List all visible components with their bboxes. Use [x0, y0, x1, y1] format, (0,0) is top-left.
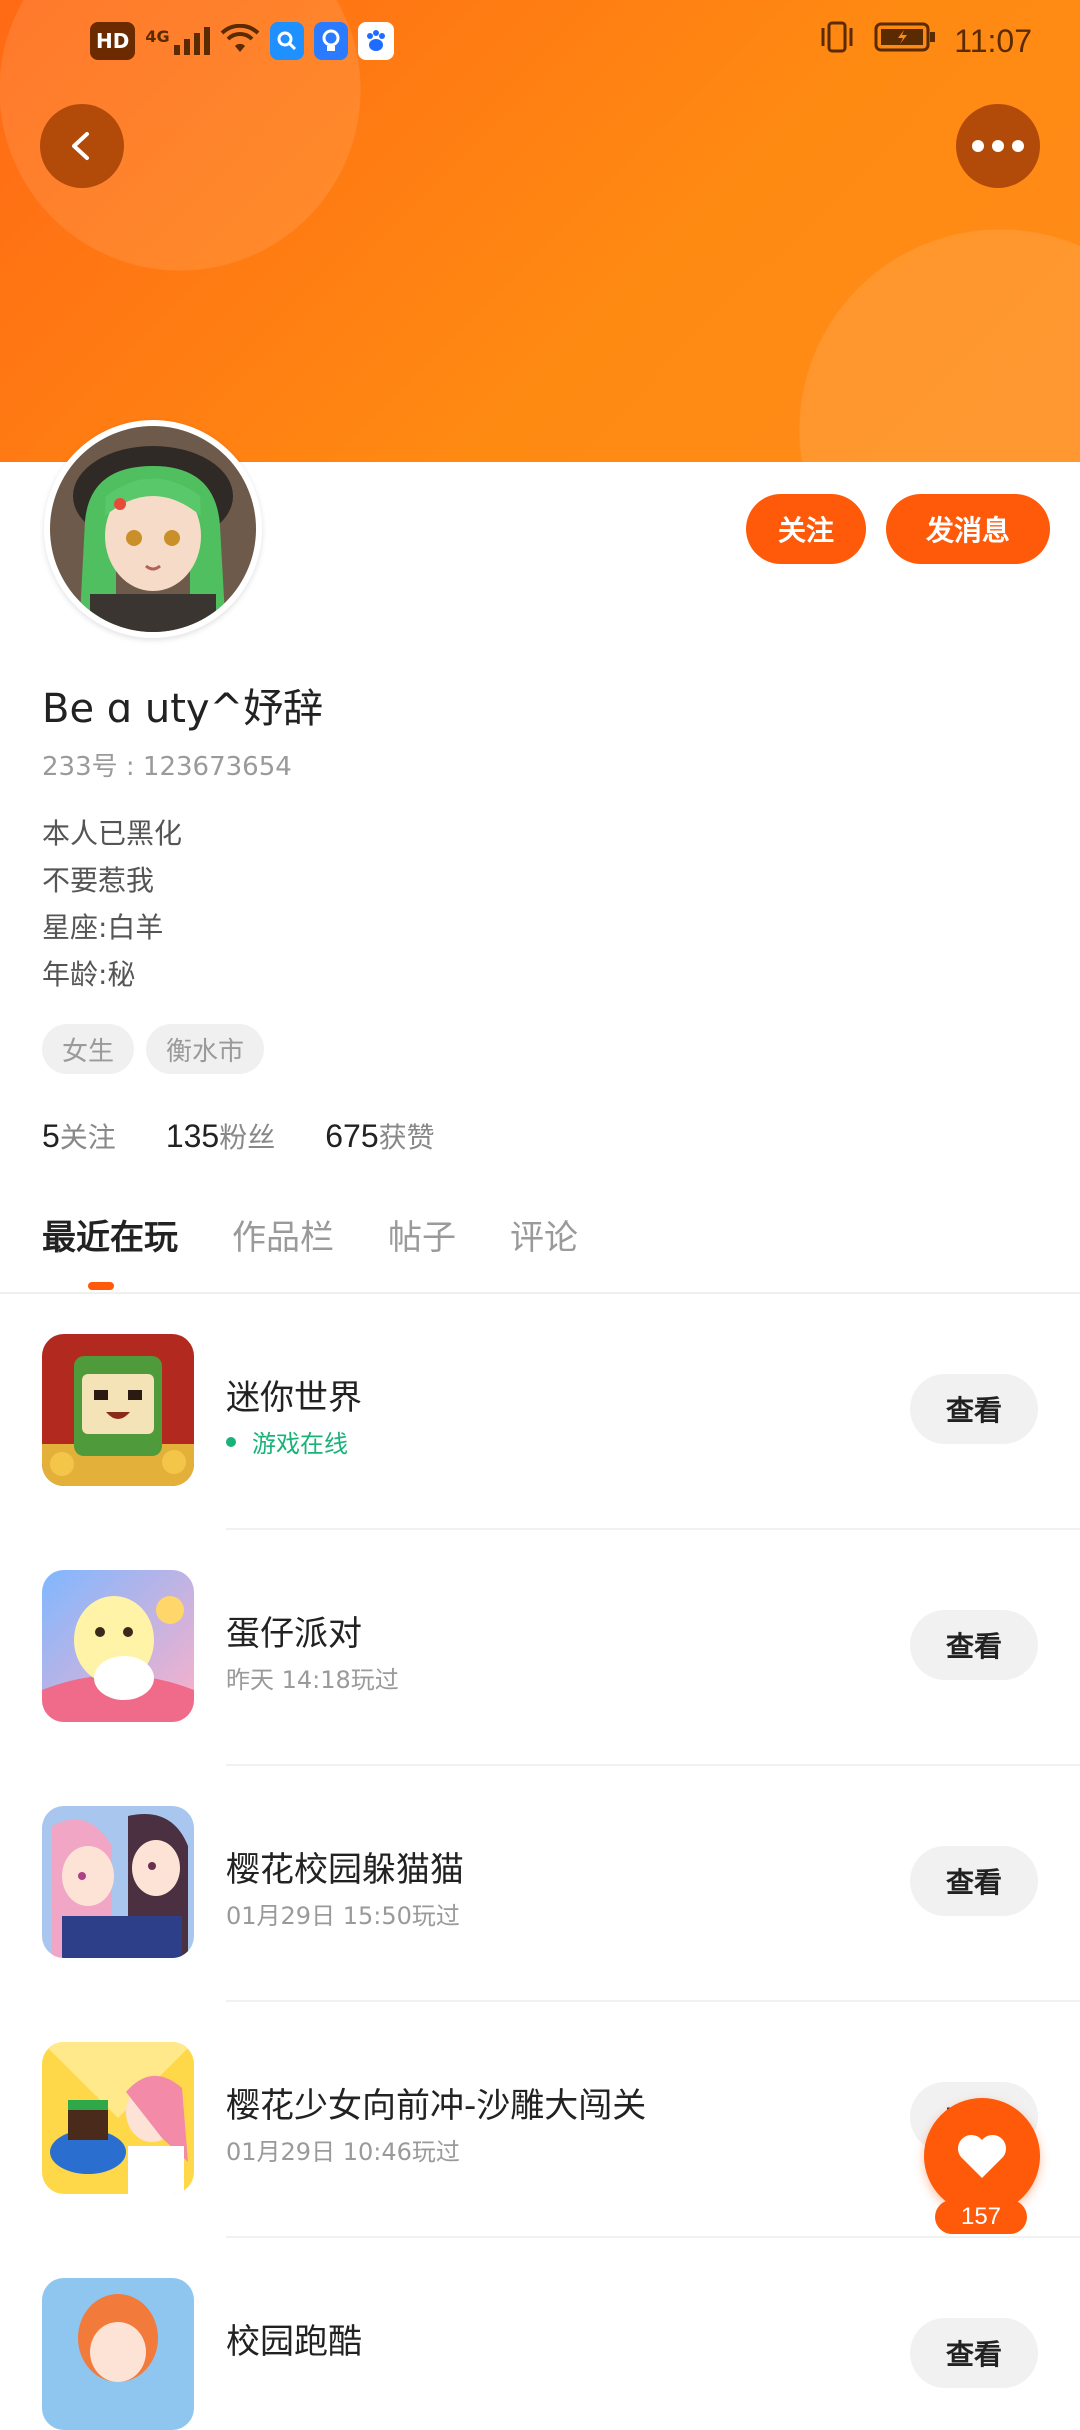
signal-icon: 4G [145, 27, 210, 55]
game-icon-eggy-party [42, 1570, 194, 1722]
send-message-button[interactable]: 发消息 [886, 494, 1050, 564]
status-right: 11:07 [818, 20, 1032, 62]
tab-comments[interactable]: 评论 [510, 1210, 578, 1259]
heart-icon [957, 2134, 1007, 2178]
active-tab-indicator [88, 1282, 114, 1290]
list-divider [226, 1528, 1080, 1530]
stat-followers-count: 135 [165, 1118, 220, 1154]
view-game-button[interactable]: 查看 [910, 2318, 1038, 2388]
hd-indicator: HD [90, 22, 136, 60]
online-dot-icon [226, 1436, 236, 1447]
list-item[interactable]: 蛋仔派对 昨天 14:18玩过 查看 [0, 1570, 1080, 1806]
more-dots-icon [972, 140, 1024, 152]
stat-likes-count: 675 [325, 1118, 379, 1154]
bio: 本人已黑化 不要惹我 星座:白羊 年龄:秘 [42, 810, 182, 998]
username: Be ɑ uty^妤辞 [42, 686, 324, 732]
tab-posts[interactable]: 帖子 [388, 1210, 456, 1259]
avatar[interactable] [44, 420, 262, 638]
game-icon-campus-parkour [42, 2278, 194, 2430]
game-last-played: 01月29日 15:50玩过 [226, 1902, 460, 1930]
view-game-button[interactable]: 查看 [910, 1610, 1038, 1680]
network-label: 4G [145, 27, 170, 46]
profile-tabs: 最近在玩 作品栏 帖子 评论 [42, 1210, 578, 1259]
profile-stats: 5 关注 135 粉丝 675 获赞 [42, 1116, 435, 1156]
lightbulb-app-icon [313, 22, 348, 60]
tab-works[interactable]: 作品栏 [232, 1210, 334, 1259]
list-item[interactable]: 樱花少女向前冲-沙雕大闯关 01月29日 10:46玩过 查看 [0, 2042, 1080, 2278]
status-bar: HD 4G 11:07 [0, 0, 1080, 86]
game-name: 迷你世界 [226, 1378, 362, 1418]
baidu-app-icon [357, 22, 394, 60]
user-id: 233号 : 123673654 [42, 752, 292, 782]
tabs-divider [0, 1292, 1080, 1294]
game-last-played: 01月29日 10:46玩过 [226, 2138, 460, 2166]
list-divider [226, 1764, 1080, 1766]
search-app-icon [269, 22, 304, 60]
vibrate-icon [818, 20, 856, 62]
game-status-text: 游戏在线 [252, 1430, 348, 1458]
game-icon-mini-world [42, 1334, 194, 1486]
avatar-image [50, 426, 256, 632]
stat-following[interactable]: 5 关注 [42, 1116, 116, 1156]
tag-city: 衡水市 [146, 1024, 265, 1074]
game-icon-sakura-school-hide-and-seek [42, 1806, 194, 1958]
stat-following-count: 5 [42, 1118, 60, 1154]
profile-tags: 女生 衡水市 [42, 1024, 265, 1074]
bio-line: 星座:白羊 [42, 911, 164, 944]
bio-line: 本人已黑化 [42, 817, 183, 850]
game-name: 樱花校园躲猫猫 [226, 1850, 464, 1890]
more-options-button[interactable] [956, 104, 1040, 188]
back-button[interactable] [40, 104, 124, 188]
list-divider [226, 2236, 1080, 2238]
view-game-button[interactable]: 查看 [910, 1374, 1038, 1444]
list-item[interactable]: 迷你世界 游戏在线 查看 [0, 1334, 1080, 1570]
stat-likes-label: 获赞 [378, 1121, 435, 1154]
tab-recently-played[interactable]: 最近在玩 [42, 1210, 178, 1259]
battery-icon [874, 21, 936, 61]
stat-following-label: 关注 [59, 1121, 116, 1154]
bio-line: 年龄:秘 [42, 958, 136, 991]
tag-gender: 女生 [42, 1024, 135, 1074]
list-divider [226, 2000, 1080, 2002]
bio-line: 不要惹我 [42, 864, 155, 897]
game-icon-sakura-girl-dash [42, 2042, 194, 2194]
follow-button[interactable]: 关注 [746, 494, 866, 564]
stat-followers[interactable]: 135 粉丝 [166, 1116, 275, 1156]
game-name: 蛋仔派对 [226, 1614, 362, 1654]
wifi-icon [220, 23, 260, 58]
like-count-badge: 157 [935, 2200, 1027, 2234]
game-last-played: 昨天 14:18玩过 [226, 1666, 399, 1694]
chevron-left-icon [72, 132, 89, 160]
like-button[interactable] [924, 2098, 1040, 2214]
status-time: 11:07 [954, 22, 1032, 59]
view-game-button[interactable]: 查看 [910, 1846, 1038, 1916]
stat-followers-label: 粉丝 [219, 1121, 276, 1154]
game-name: 樱花少女向前冲-沙雕大闯关 [226, 2086, 647, 2126]
status-left: HD 4G [90, 22, 394, 60]
game-status-online: 游戏在线 [226, 1424, 348, 1459]
list-item[interactable]: 校园跑酷 查看 [0, 2278, 1080, 2430]
list-item[interactable]: 樱花校园躲猫猫 01月29日 15:50玩过 查看 [0, 1806, 1080, 2042]
stat-likes[interactable]: 675 获赞 [325, 1116, 434, 1156]
game-name: 校园跑酷 [226, 2322, 362, 2362]
